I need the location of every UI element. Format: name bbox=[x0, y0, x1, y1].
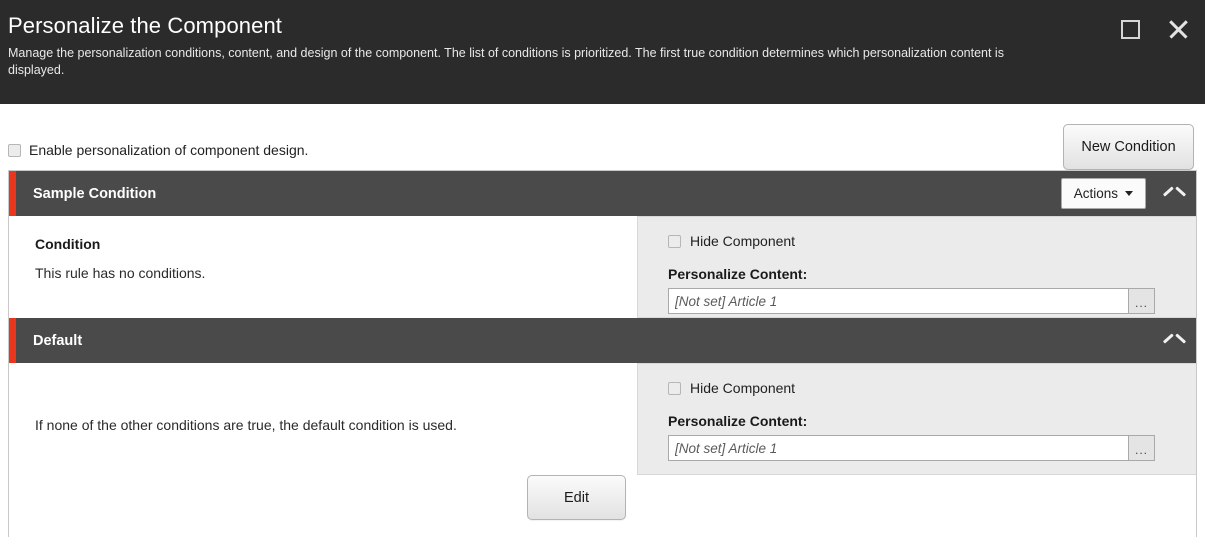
window-controls bbox=[1117, 16, 1191, 42]
personalize-content-input-default[interactable] bbox=[669, 436, 1128, 460]
dialog-subtitle: Manage the personalization conditions, c… bbox=[8, 46, 1004, 77]
hide-component-label-sample: Hide Component bbox=[690, 233, 796, 249]
chevron-down-icon bbox=[1125, 191, 1133, 196]
condition-pane: Condition This rule has no conditions. bbox=[9, 216, 637, 318]
close-icon bbox=[1167, 18, 1189, 40]
enable-personalization-label: Enable personalization of component desi… bbox=[29, 142, 309, 158]
actions-dropdown-button[interactable]: Actions bbox=[1060, 178, 1146, 209]
section-title-default: Default bbox=[33, 332, 83, 349]
condition-heading: Condition bbox=[35, 236, 101, 252]
section-header-sample-condition: Sample Condition Actions bbox=[9, 171, 1196, 216]
personalization-pane-default: Hide Component Personalize Content: ... bbox=[637, 363, 1196, 475]
edit-condition-button[interactable]: Edit bbox=[527, 475, 626, 520]
section-controls-sample-condition: Actions bbox=[1060, 171, 1184, 216]
conditions-container: Sample Condition Actions Condition This … bbox=[8, 170, 1197, 537]
hide-component-checkbox-default[interactable] bbox=[668, 381, 681, 395]
section-body-default: If none of the other conditions are true… bbox=[9, 363, 1196, 475]
dialog-title: Personalize the Component bbox=[8, 13, 282, 38]
personalize-content-input-sample[interactable] bbox=[669, 289, 1128, 313]
personalize-content-label-default: Personalize Content: bbox=[668, 413, 808, 429]
personalize-content-label-sample: Personalize Content: bbox=[668, 266, 808, 282]
close-button[interactable] bbox=[1165, 16, 1191, 42]
new-condition-button[interactable]: New Condition bbox=[1063, 124, 1194, 170]
dialog-body: Enable personalization of component desi… bbox=[0, 104, 1205, 537]
personalize-content-browse-button-default[interactable]: ... bbox=[1128, 436, 1154, 460]
section-title-sample-condition: Sample Condition bbox=[33, 185, 157, 202]
enable-personalization-row[interactable]: Enable personalization of component desi… bbox=[8, 142, 308, 158]
enable-personalization-checkbox[interactable] bbox=[8, 143, 21, 157]
collapse-section-default-button[interactable] bbox=[1162, 330, 1184, 352]
default-condition-description: If none of the other conditions are true… bbox=[35, 417, 457, 433]
hide-component-checkbox-sample[interactable] bbox=[668, 234, 681, 248]
section-body-sample-condition: Condition This rule has no conditions. H… bbox=[9, 216, 1196, 520]
personalize-content-field-sample[interactable]: ... bbox=[668, 288, 1155, 314]
section-controls-default bbox=[1162, 318, 1184, 363]
hide-component-label-default: Hide Component bbox=[690, 380, 796, 396]
personalize-content-browse-button-sample[interactable]: ... bbox=[1128, 289, 1154, 313]
personalize-content-field-default[interactable]: ... bbox=[668, 435, 1155, 461]
collapse-section-sample-condition-button[interactable] bbox=[1162, 183, 1184, 205]
maximize-button[interactable] bbox=[1117, 16, 1143, 42]
personalization-pane-sample: Hide Component Personalize Content: ... bbox=[637, 216, 1196, 318]
actions-dropdown-label: Actions bbox=[1073, 186, 1118, 201]
condition-description: This rule has no conditions. bbox=[35, 265, 206, 281]
maximize-icon bbox=[1120, 19, 1140, 39]
hide-component-row-sample[interactable]: Hide Component bbox=[668, 233, 1196, 249]
section-header-default: Default bbox=[9, 318, 1196, 363]
hide-component-row-default[interactable]: Hide Component bbox=[668, 380, 1196, 396]
toolbar: Enable personalization of component desi… bbox=[0, 104, 1205, 170]
dialog-header: Personalize the Component Manage the per… bbox=[0, 0, 1205, 104]
default-condition-pane: If none of the other conditions are true… bbox=[9, 363, 637, 475]
